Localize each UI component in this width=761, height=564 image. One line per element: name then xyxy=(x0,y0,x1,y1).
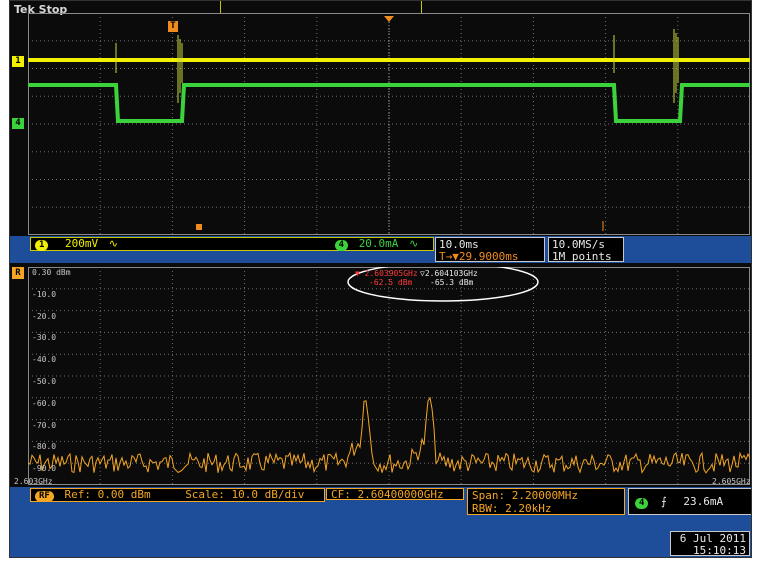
oscilloscope-screen: Tek Stop T 1 4 1 200mV ∿ 4 20.0mA ∿ 10.0… xyxy=(9,0,752,558)
amplitude-tick-label: -80.0 xyxy=(32,442,57,452)
rf-level-marker[interactable]: R xyxy=(12,267,24,279)
ch1-readout[interactable]: 1 200mV ∿ 4 20.0mA ∿ xyxy=(30,237,434,251)
rf-ref-level: Ref: 0.00 dBm xyxy=(64,488,151,501)
span-rbw-readout[interactable]: Span: 2.20000MHz RBW: 2.20kHz xyxy=(467,488,625,515)
ch4-level-marker[interactable]: 4 xyxy=(12,118,24,129)
amplitude-tick-label: -40.0 xyxy=(32,355,57,365)
amplitude-tick-label: 0.30 dBm xyxy=(32,268,71,277)
trigger-source-badge: 4 xyxy=(635,498,649,509)
center-frequency-readout[interactable]: CF: 2.60400000GHz xyxy=(326,488,464,501)
amplitude-tick-label: -90.0 xyxy=(32,464,57,474)
record-length: 1M points xyxy=(552,250,612,263)
marker-a-readout: ▼ 2.603905GHz -62.5 dBm xyxy=(355,269,418,287)
marker-a-icon: ▼ xyxy=(355,269,360,278)
amplitude-tick-label: -50.0 xyxy=(32,377,57,386)
marker-b-readout: ▽2.604103GHz -65.3 dBm xyxy=(420,269,478,287)
trigger-marker-icon: T xyxy=(168,21,178,32)
freq-start-label: 2.603GHz xyxy=(14,477,53,486)
time: 15:10:13 xyxy=(693,544,746,557)
amplitude-tick-label: -60.0 xyxy=(32,398,57,408)
datetime-readout: 6 Jul 2011 15:10:13 xyxy=(670,531,750,557)
ch1-coupling-icon: ∿ xyxy=(108,237,119,250)
trigger-position-marker xyxy=(384,16,394,22)
amplitude-axis-labels: 0.30 dBm -10.0 -20.0 -30.0 -40.0 -50.0 -60.0 -7… xyxy=(32,267,112,485)
time-domain-plot xyxy=(28,13,750,235)
acquisition-readout[interactable]: 10.0MS/s 1M points xyxy=(548,237,624,263)
amplitude-tick-label: -30.0 xyxy=(32,333,57,343)
amplitude-tick-label: -70.0 xyxy=(32,420,57,430)
ch1-level-marker[interactable]: 1 xyxy=(12,56,24,67)
trigger-position: T→▼29.9000ms xyxy=(439,250,519,263)
frequency-domain-plot xyxy=(28,267,750,485)
ch1-burst xyxy=(115,29,679,103)
amplitude-tick-label: -20.0 xyxy=(32,311,57,321)
trigger-readout[interactable]: 4 ⨍ 23.6mA xyxy=(628,488,751,515)
ch4-scale: 20.0mA xyxy=(358,237,399,250)
rf-readout[interactable]: RF Ref: 0.00 dBm Scale: 10.0 dB/div xyxy=(30,488,325,502)
timebase-readout[interactable]: 10.0ms T→▼29.9000ms xyxy=(435,237,545,263)
rf-scale: Scale: 10.0 dB/div xyxy=(185,488,305,501)
bottom-bar xyxy=(10,517,751,557)
span-value: Span: 2.20000MHz xyxy=(472,489,578,502)
ch1-badge: 1 xyxy=(35,240,49,251)
marker-a-freq: 2.603905GHz xyxy=(364,269,418,278)
ch4-badge: 4 xyxy=(334,240,349,251)
marker-b-freq: 2.604103GHz xyxy=(424,269,478,278)
ch4-coupling-icon: ∿ xyxy=(409,237,419,250)
trigger-level: 23.6mA xyxy=(683,495,724,508)
amplitude-tick-label: -10.0 xyxy=(32,289,57,299)
cursor-marker-left xyxy=(196,224,202,230)
rf-badge: RF xyxy=(35,491,54,502)
rbw-value: RBW: 2.20kHz xyxy=(472,502,552,515)
ch1-trace xyxy=(28,58,750,62)
marker-b-level: -65.3 dBm xyxy=(430,278,474,287)
freq-stop-label: 2.605GHz xyxy=(712,477,751,486)
ch1-scale: 200mV xyxy=(65,237,99,250)
trigger-slope-icon: ⨍ xyxy=(661,495,667,508)
marker-a-level: -62.5 dBm xyxy=(369,278,413,287)
